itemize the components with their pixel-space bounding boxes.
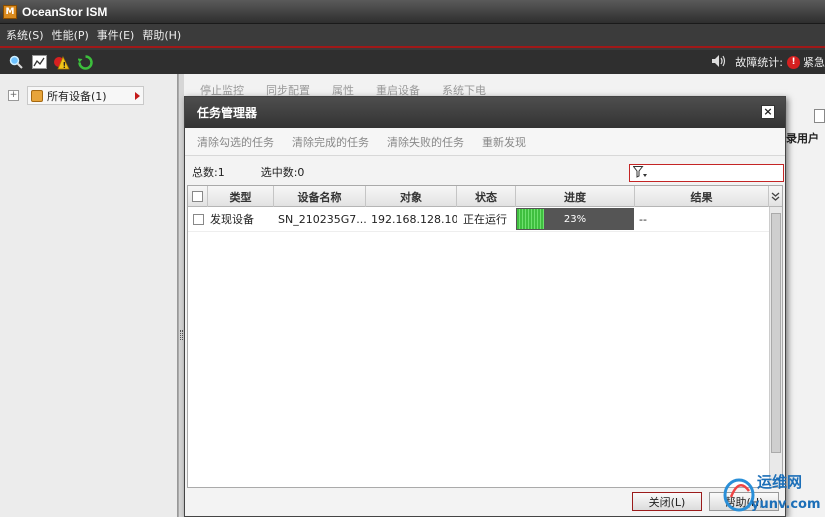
clear-failed-button[interactable]: 清除失败的任务 (387, 134, 464, 150)
fault-label: 故障统计: (735, 56, 783, 69)
column-object[interactable]: 对象 (366, 186, 457, 207)
toolbar: ! 故障统计: ! 紧急 (0, 50, 825, 74)
column-status[interactable]: 状态 (457, 186, 516, 207)
alarm-icon[interactable]: ! (54, 54, 70, 70)
arrow-right-icon[interactable] (135, 91, 140, 100)
tree-row: + 所有设备(1) (8, 86, 144, 105)
progress-fill (517, 209, 544, 229)
cell-status: 正在运行 (463, 213, 507, 226)
watermark-logo: 运维网 yunv.com (721, 467, 821, 515)
chart-icon[interactable] (31, 54, 47, 70)
rediscover-button[interactable]: 重新发现 (482, 134, 526, 150)
tree-node-label: 所有设备(1) (47, 89, 107, 103)
close-icon[interactable]: × (761, 105, 775, 119)
dialog-action-bar: 清除勾选的任务 清除完成的任务 清除失败的任务 重新发现 (185, 128, 785, 156)
clear-checked-button[interactable]: 清除勾选的任务 (197, 134, 274, 150)
column-result[interactable]: 结果 (635, 186, 769, 207)
expand-icon[interactable]: + (8, 90, 19, 101)
menu-bar: 系统(S) 性能(P) 事件(E) 帮助(H) (0, 24, 825, 48)
device-tree-panel: + 所有设备(1) (0, 74, 178, 517)
cell-object: 192.168.128.101 (371, 212, 457, 226)
select-all-checkbox[interactable] (192, 191, 203, 202)
clear-completed-button[interactable]: 清除完成的任务 (292, 134, 369, 150)
dialog-header: 任务管理器 × (185, 97, 785, 128)
menu-system[interactable]: 系统(S) (6, 27, 44, 43)
table-header: 类型 设备名称 对象 状态 进度 结果 (188, 186, 782, 207)
row-select-cell (188, 207, 208, 232)
app-title: OceanStor ISM (22, 4, 108, 19)
app-logo-icon: M (3, 4, 17, 19)
background-column-header: 录用户 (786, 132, 819, 145)
menu-performance[interactable]: 性能(P) (52, 27, 89, 43)
database-icon (31, 89, 43, 102)
header-select-all (188, 186, 208, 207)
menu-help[interactable]: 帮助(H) (142, 27, 181, 43)
speaker-icon[interactable] (711, 54, 727, 71)
progress-text: 23% (563, 213, 587, 225)
tree-node-all-devices[interactable]: 所有设备(1) (27, 86, 144, 105)
title-bar: M OceanStor ISM (0, 0, 825, 24)
table-row[interactable]: 发现设备 SN_210235G7... 192.168.128.101 正在运行… (188, 207, 782, 232)
watermark-line2: yunv.com (751, 497, 821, 512)
total-count: 总数:1 (192, 166, 225, 179)
cell-type: 发现设备 (210, 213, 254, 226)
filter-icon[interactable] (632, 165, 647, 181)
fault-statistics: 故障统计: ! 紧急 (711, 50, 825, 74)
vertical-scrollbar[interactable] (769, 207, 782, 487)
menu-events[interactable]: 事件(E) (97, 27, 135, 43)
background-filter-icon[interactable] (814, 109, 825, 123)
close-button[interactable]: 关闭(L) (632, 492, 702, 511)
column-type[interactable]: 类型 (208, 186, 274, 207)
column-chooser-icon[interactable] (769, 186, 782, 207)
splitter-grip-icon[interactable] (180, 330, 183, 340)
fault-level-label: 紧急 (803, 56, 825, 69)
watermark-line1: 运维网 (757, 473, 802, 491)
task-table: 类型 设备名称 对象 状态 进度 结果 发现设备 SN_210235G7... … (187, 185, 783, 488)
dialog-footer: 关闭(L) 帮助(H) (185, 488, 785, 516)
filter-input[interactable] (629, 164, 784, 182)
critical-alarm-icon[interactable]: ! (787, 55, 800, 69)
row-checkbox[interactable] (192, 213, 204, 225)
column-progress[interactable]: 进度 (516, 186, 635, 207)
cell-result: -- (639, 212, 647, 226)
refresh-icon[interactable] (77, 54, 93, 70)
dialog-title: 任务管理器 (197, 106, 258, 120)
task-manager-dialog: 任务管理器 × 清除勾选的任务 清除完成的任务 清除失败的任务 重新发现 总数:… (184, 96, 786, 517)
cell-progress: 23% (516, 207, 635, 232)
progress-bar: 23% (516, 208, 634, 230)
svg-text:!: ! (63, 61, 67, 70)
scrollbar-thumb[interactable] (771, 213, 781, 453)
column-device-name[interactable]: 设备名称 (274, 186, 366, 207)
search-icon[interactable] (8, 54, 24, 70)
selected-count: 选中数:0 (260, 166, 305, 179)
cell-device-name: SN_210235G7... (278, 212, 366, 226)
